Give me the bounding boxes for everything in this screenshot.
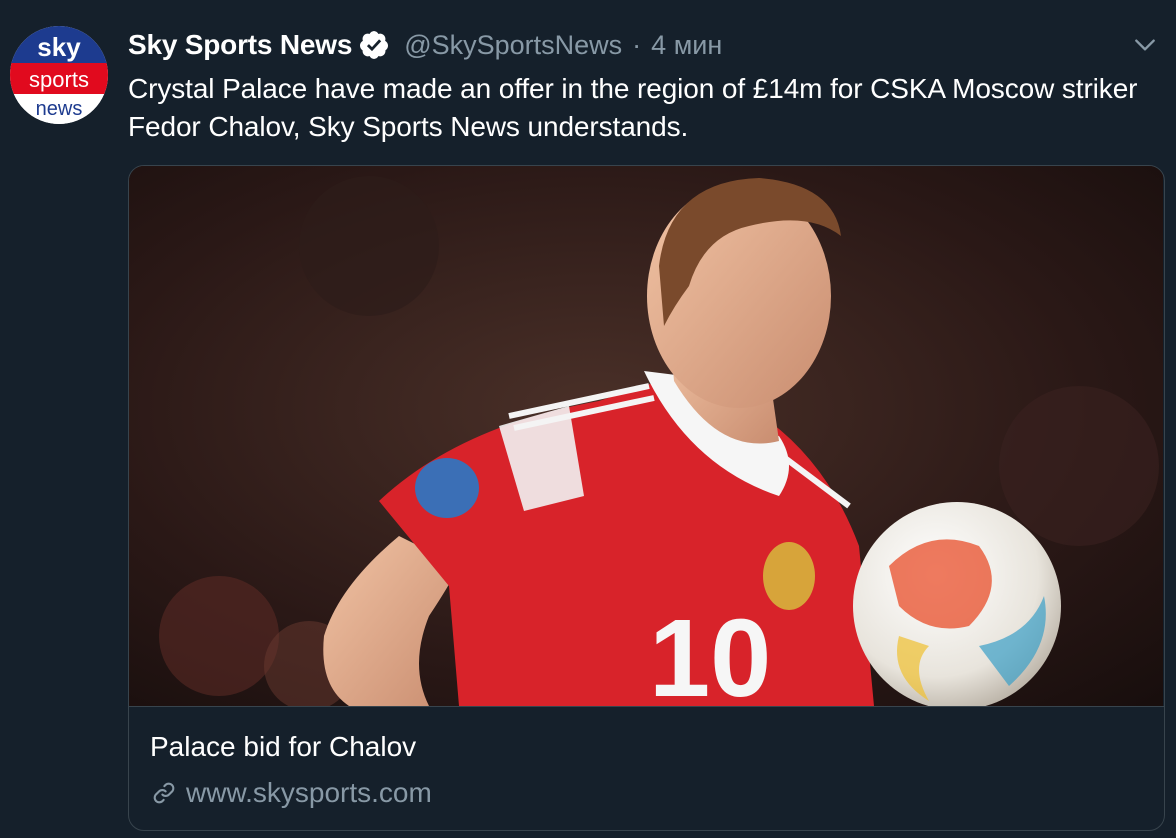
sky-sports-news-logo: sky sports news	[10, 26, 108, 124]
logo-text-sky: sky	[37, 32, 81, 62]
author-avatar[interactable]: sky sports news	[10, 26, 108, 124]
card-body[interactable]: Palace bid for Chalov www.skysports.com	[129, 706, 1164, 830]
author-display-name[interactable]: Sky Sports News	[128, 29, 352, 61]
logo-text-news: news	[36, 98, 83, 120]
card-domain[interactable]: www.skysports.com	[150, 777, 432, 809]
shirt-number: 10	[649, 597, 771, 706]
link-card[interactable]: 10 Palace bid for Chalov www.skysports.c…	[128, 165, 1165, 831]
tweet-text: Crystal Palace have made an offer in the…	[128, 73, 1138, 142]
chevron-down-icon[interactable]	[1132, 32, 1158, 58]
author-handle[interactable]: @SkySportsNews	[404, 30, 622, 61]
link-icon	[153, 782, 175, 804]
tweet-timestamp[interactable]: 4 мин	[651, 30, 722, 61]
tweet[interactable]: sky sports news Sky Sports News @SkySpor…	[0, 0, 1176, 838]
verified-badge-icon	[360, 31, 389, 59]
card-image[interactable]: 10	[129, 166, 1163, 706]
header-separator: ·	[632, 29, 642, 60]
tweet-header: Sky Sports News @SkySportsNews · 4 мин	[128, 26, 722, 64]
logo-text-sports: sports	[29, 67, 89, 92]
card-domain-text: www.skysports.com	[186, 777, 432, 808]
football-player-photo: 10	[129, 166, 1163, 706]
card-title[interactable]: Palace bid for Chalov	[150, 731, 416, 763]
